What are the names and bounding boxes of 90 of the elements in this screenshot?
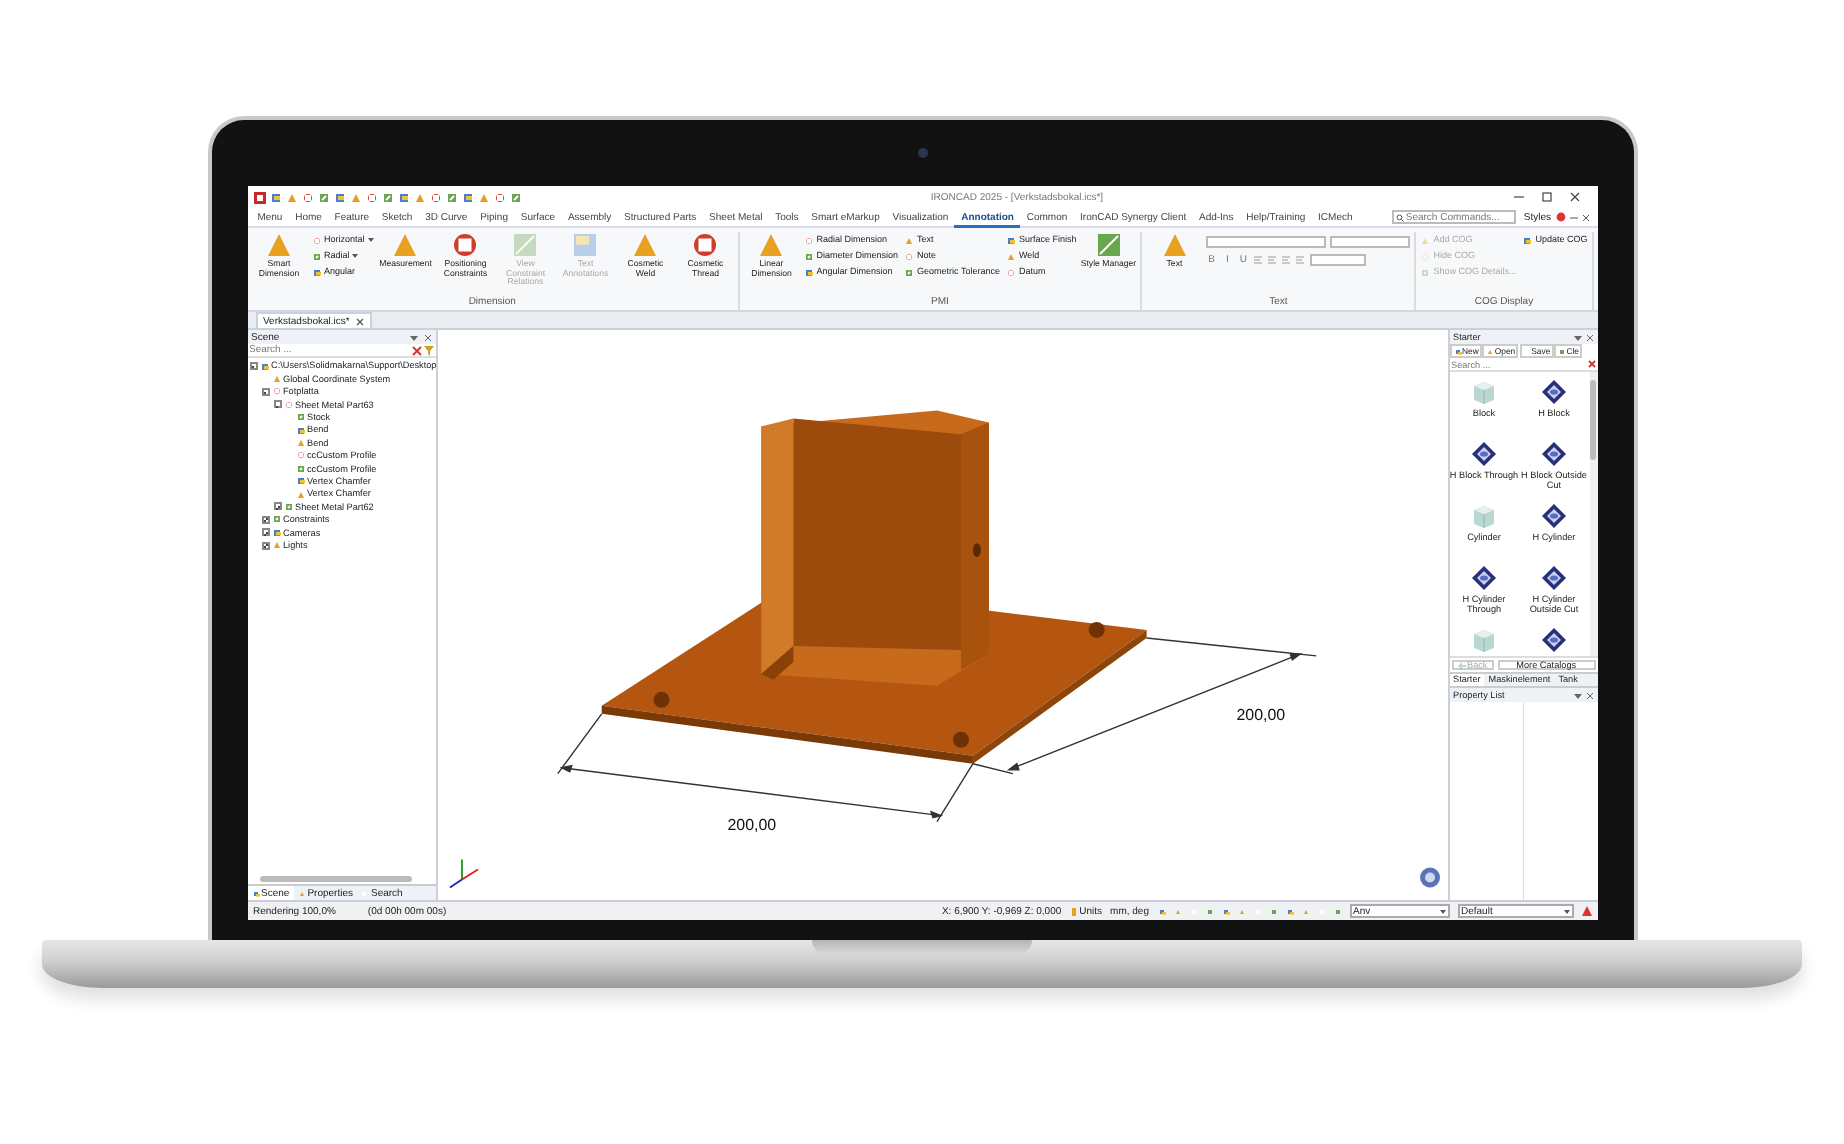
tool-icon <box>904 251 915 261</box>
cube-icon <box>1470 626 1498 654</box>
tool-icon <box>1453 347 1461 355</box>
caret-icon <box>1439 909 1445 913</box>
toolbar-icon[interactable] <box>1157 907 1165 915</box>
close-icon[interactable] <box>423 333 431 341</box>
tool-icon <box>512 232 539 258</box>
back-arrow-icon <box>1457 661 1465 669</box>
tool-icon <box>904 267 915 277</box>
close-icon[interactable] <box>1581 213 1589 221</box>
tool-icon <box>1005 267 1016 277</box>
minimize-icon[interactable] <box>1569 213 1577 221</box>
toolbar-icon[interactable] <box>477 191 489 203</box>
tool-icon <box>632 232 659 258</box>
style-dropdown[interactable] <box>1310 254 1367 266</box>
tool-icon <box>1005 235 1016 245</box>
toolbar-icon[interactable] <box>509 191 521 203</box>
toolbar-icon[interactable] <box>1221 907 1229 915</box>
expand-toggle[interactable] <box>261 515 269 524</box>
tool-icon <box>1420 251 1431 261</box>
hole-block-icon <box>1540 502 1568 530</box>
toolbar-icon[interactable] <box>413 191 425 203</box>
camera-icon <box>917 148 927 158</box>
hole-block-icon <box>1540 564 1568 592</box>
hole-block-icon <box>1470 564 1498 592</box>
cube-icon <box>1470 378 1498 406</box>
toolbar-icon[interactable] <box>461 191 473 203</box>
toolbar-icon[interactable] <box>429 191 441 203</box>
dimension-label: 200,00 <box>726 815 776 834</box>
close-icon[interactable] <box>355 317 364 325</box>
expand-toggle[interactable] <box>261 541 269 550</box>
toolbar-icon[interactable] <box>317 191 329 203</box>
minimize-icon[interactable] <box>1513 192 1523 202</box>
cube-icon <box>1470 502 1498 530</box>
toolbar-icon[interactable] <box>445 191 457 203</box>
toolbar-icon[interactable] <box>381 191 393 203</box>
expand-toggle[interactable] <box>249 362 257 371</box>
maximize-icon[interactable] <box>1541 192 1551 202</box>
tab-icon <box>251 889 259 897</box>
tool-icon <box>266 232 292 258</box>
tool-icon <box>1522 235 1533 245</box>
expand-toggle[interactable] <box>261 387 269 396</box>
toolbar-icon[interactable] <box>333 191 345 203</box>
tool-icon <box>311 267 321 277</box>
warning-icon <box>1581 906 1591 916</box>
tab-icon <box>360 889 369 897</box>
toolbar-icon[interactable] <box>1285 907 1293 915</box>
tool-icon <box>904 235 915 245</box>
triad-icon <box>448 858 478 889</box>
tool-icon <box>1420 267 1431 277</box>
font-dropdown[interactable] <box>1206 236 1327 248</box>
toolbar-icon[interactable] <box>349 191 361 203</box>
toolbar-icon[interactable] <box>397 191 409 203</box>
toolbar-icon[interactable] <box>493 191 505 203</box>
close-icon[interactable] <box>1585 333 1593 341</box>
tool-icon <box>311 251 321 261</box>
tool-icon <box>572 232 599 258</box>
close-icon[interactable] <box>1585 691 1593 699</box>
expand-toggle[interactable] <box>273 400 281 409</box>
toolbar-icon[interactable] <box>269 191 281 203</box>
expand-toggle[interactable] <box>261 528 269 537</box>
tab-icon <box>297 889 306 897</box>
tool-icon <box>392 232 419 258</box>
navigation-cube-icon[interactable] <box>1419 867 1439 888</box>
search-icon <box>1395 213 1404 221</box>
tool-icon <box>1420 235 1431 245</box>
clear-icon[interactable] <box>1587 360 1595 368</box>
app-logo-icon <box>253 191 265 203</box>
hole-block-icon <box>1470 440 1498 468</box>
help-icon[interactable] <box>1555 212 1565 222</box>
hole-block-icon <box>1540 378 1568 406</box>
model-viewport[interactable]: 200,00 200,00 <box>437 330 1447 900</box>
dimension-label: 200,00 <box>1235 705 1285 724</box>
toolbar-icon[interactable] <box>365 191 377 203</box>
hole-block-icon <box>1540 440 1568 468</box>
toolbar-icon[interactable] <box>285 191 297 203</box>
tool-icon <box>1161 232 1188 258</box>
size-dropdown[interactable] <box>1330 236 1411 248</box>
toolbar-icon[interactable] <box>301 191 313 203</box>
hole-block-icon <box>1540 626 1568 654</box>
tool-icon <box>311 235 321 245</box>
tool-icon <box>1005 251 1016 261</box>
tool-icon <box>803 251 814 261</box>
expand-toggle[interactable] <box>273 502 281 511</box>
tool-icon <box>803 235 814 245</box>
tool-icon <box>758 232 785 258</box>
clear-icon[interactable] <box>411 345 421 355</box>
close-icon[interactable] <box>1569 192 1579 202</box>
tool-icon <box>803 267 814 277</box>
caret-icon <box>1563 909 1569 913</box>
